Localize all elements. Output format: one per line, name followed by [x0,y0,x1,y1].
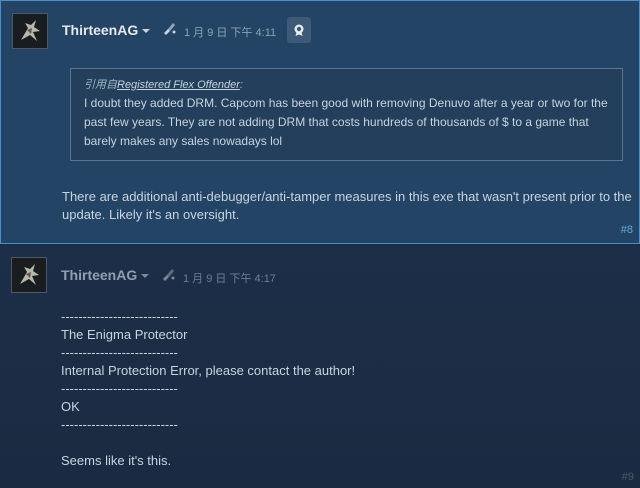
post-line: Seems like it's this. [61,453,172,468]
post-body: --------------------------- The Enigma P… [61,308,355,470]
quote-header: 引用自Registered Flex Offender: [84,78,610,93]
post-number-link[interactable]: #9 [622,471,634,483]
paintbrush-badge-icon [163,269,175,281]
author-name[interactable]: ThirteenAG [62,22,138,38]
comment-post-8: ThirteenAG 1 月 9 日 下午 4:11 引用自Registered… [0,0,640,244]
avatar-image [13,14,47,48]
comment-post-9: ThirteenAG 1 月 9 日 下午 4:17 -------------… [0,245,640,488]
author-name[interactable]: ThirteenAG [61,267,137,283]
post-line: --------------------------- [61,381,178,396]
quote-text: I doubt they added DRM. Capcom has been … [84,96,608,148]
post-line: --------------------------- [61,309,178,324]
post-line: The Enigma Protector [61,327,188,342]
quote-source-link[interactable]: Registered Flex Offender [117,79,240,91]
post-body: There are additional anti-debugger/anti-… [62,189,632,222]
quote-prefix: 引用自 [84,79,117,91]
quote-block: 引用自Registered Flex Offender: I doubt the… [70,68,623,161]
award-button[interactable] [287,17,311,43]
avatar[interactable] [11,257,47,293]
award-icon [294,24,304,36]
post-number-link[interactable]: #8 [621,224,633,236]
paintbrush-badge-icon [164,23,176,35]
post-timestamp: 1 月 9 日 下午 4:17 [183,273,276,285]
avatar[interactable] [12,13,48,49]
avatar-image [12,258,46,292]
quote-suffix: : [239,79,243,91]
post-line: --------------------------- [61,417,178,432]
post-line [61,434,355,452]
chevron-down-icon[interactable] [142,29,150,33]
post-line: OK [61,399,80,414]
post-timestamp: 1 月 9 日 下午 4:11 [184,27,277,39]
chevron-down-icon[interactable] [141,274,149,278]
post-line: --------------------------- [61,345,178,360]
post-line: Internal Protection Error, please contac… [61,363,356,378]
